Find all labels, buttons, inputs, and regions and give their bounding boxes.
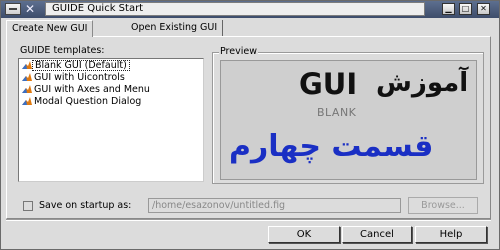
list-item-label: Modal Question Dialog xyxy=(34,96,142,107)
window-menu-button[interactable] xyxy=(5,3,21,15)
tab-open-existing-gui[interactable]: Open Existing GUI xyxy=(126,20,224,36)
preview-overlay-text-2: قسمت چهارم xyxy=(229,129,434,164)
help-button[interactable]: Help xyxy=(415,226,487,243)
matlab-icon xyxy=(22,97,32,105)
preview-label: Preview xyxy=(219,46,258,57)
preview-gui-text: GUI xyxy=(299,67,358,101)
templates-list[interactable]: Blank GUI (Default) GUI with Uicontrols … xyxy=(18,58,204,182)
window-title: GUIDE Quick Start xyxy=(45,2,425,16)
minimize-button[interactable]: ▁ xyxy=(442,3,455,15)
matlab-icon xyxy=(22,85,32,93)
ok-button[interactable]: OK xyxy=(268,226,340,243)
cancel-button[interactable]: Cancel xyxy=(342,226,412,243)
list-item-label: Blank GUI (Default) xyxy=(32,60,130,71)
list-item[interactable]: GUI with Axes and Menu xyxy=(20,84,202,95)
save-on-startup-checkbox[interactable] xyxy=(23,201,33,211)
templates-label: GUIDE templates: xyxy=(20,45,105,56)
matlab-icon xyxy=(22,73,32,81)
list-item[interactable]: GUI with Uicontrols xyxy=(20,72,202,83)
title-bar[interactable]: ✕ GUIDE Quick Start ▁ □ ✕ xyxy=(1,1,499,18)
matlab-logo-icon: ✕ xyxy=(25,2,36,16)
guide-quick-start-window: ✕ GUIDE Quick Start ▁ □ ✕ Create New GUI… xyxy=(0,0,500,250)
matlab-icon xyxy=(22,61,32,69)
tab-create-new-gui[interactable]: Create New GUI xyxy=(6,20,94,37)
preview-image: GUI آموزش BLANK قسمت چهارم xyxy=(220,60,477,180)
list-item-label: GUI with Uicontrols xyxy=(34,72,125,83)
save-path-field[interactable]: /home/esazonov/untitled.fig xyxy=(148,198,401,213)
close-button[interactable]: ✕ xyxy=(477,3,490,15)
divider xyxy=(6,219,491,221)
preview-overlay-text-1: آموزش xyxy=(376,68,469,98)
list-item[interactable]: Modal Question Dialog xyxy=(20,96,202,107)
list-item-label: GUI with Axes and Menu xyxy=(34,84,150,95)
maximize-button[interactable]: □ xyxy=(459,3,472,15)
save-on-startup-label: Save on startup as: xyxy=(39,200,132,211)
list-item[interactable]: Blank GUI (Default) xyxy=(20,60,202,71)
browse-button[interactable]: Browse... xyxy=(408,197,478,214)
preview-blank-text: BLANK xyxy=(317,106,357,119)
